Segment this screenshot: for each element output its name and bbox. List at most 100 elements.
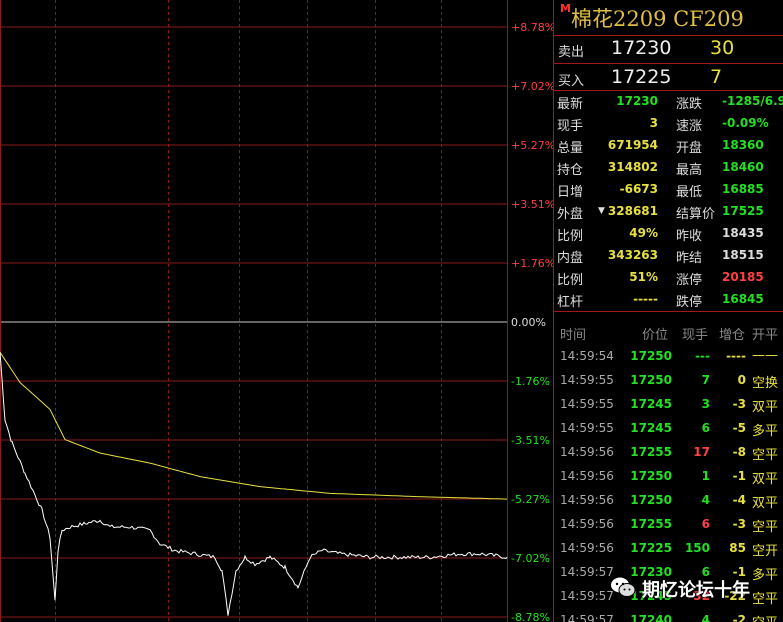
pct-tick-label: -3.51%: [511, 434, 550, 447]
tick-row[interactable]: 14:59:54 17250 --- ---- ——: [554, 344, 783, 368]
tick-price: 17240: [630, 613, 672, 622]
tick-volume: 150: [684, 541, 710, 555]
stat-label: 现手: [557, 119, 584, 134]
stat-label: 速涨: [676, 119, 703, 134]
tick-time: 14:59:56: [560, 493, 614, 507]
buy-label: 买入: [558, 74, 585, 89]
pct-tick-label: +7.02%: [511, 80, 553, 93]
stat-label: 昨结: [676, 251, 703, 266]
tick-price: 17250: [630, 349, 672, 363]
average-price-line: [0, 351, 508, 500]
stat-value: -6673: [619, 182, 658, 196]
tick-row[interactable]: 14:59:56 17255 6 -3 空平: [554, 512, 783, 536]
stat-value: -----: [633, 292, 658, 306]
stat-label: 内盘: [557, 251, 584, 266]
tick-row[interactable]: 14:59:56 17250 4 -4 双平: [554, 488, 783, 512]
stats-row: 外盘 328681 结算价 ▼ 17525: [554, 201, 783, 223]
tick-volume: 4: [701, 613, 710, 622]
stat-value: 20185: [722, 270, 764, 284]
stat-value: -0.09%: [722, 116, 769, 130]
tick-type: 空平: [752, 520, 779, 535]
tick-price: 17255: [630, 445, 672, 459]
tick-type: 多平: [752, 424, 779, 439]
tick-oi-change: -3: [732, 397, 746, 411]
tick-oi-change: 85: [729, 541, 746, 555]
stat-value: 16885: [722, 182, 764, 196]
stats-row: 杠杆 ----- 跌停 16845: [554, 289, 783, 311]
tick-type: 空平: [752, 612, 778, 622]
stats-row: 日增 -6673 最低 16885: [554, 179, 783, 201]
tick-price: 17245: [630, 421, 672, 435]
stat-label: 最新: [557, 97, 584, 112]
tick-time: 14:59:56: [560, 541, 614, 555]
col-time: 时间: [560, 328, 587, 343]
tick-type: ——: [752, 348, 778, 363]
stat-value: 17230: [616, 94, 658, 108]
tick-row[interactable]: 14:59:55 17250 7 0 空换: [554, 368, 783, 392]
tick-type: 双平: [752, 400, 779, 415]
sell-volume: 30: [710, 37, 735, 59]
pct-tick-label: +8.78%: [511, 21, 553, 34]
stat-value: 18460: [722, 160, 764, 174]
col-volume: 现手: [682, 328, 709, 343]
buy-volume: 7: [710, 66, 723, 88]
tick-row[interactable]: 14:59:56 17250 1 -1 双平: [554, 464, 783, 488]
pct-tick-label: -5.27%: [511, 493, 550, 506]
col-price: 价位: [642, 328, 669, 343]
price-line: [0, 352, 508, 616]
tick-price: 17255: [630, 517, 672, 531]
pct-tick-label: 0.00%: [511, 316, 546, 329]
tick-oi-change: ----: [726, 349, 746, 363]
intraday-chart: +8.78% +7.02% +5.27% +3.51% +1.76% 0.00% -1.76…: [0, 0, 553, 622]
dropdown-arrow-icon[interactable]: ▼: [598, 206, 605, 216]
stats-row: 持仓 314802 最高 18460: [554, 157, 783, 179]
stat-label: 最低: [676, 185, 703, 200]
watermark: 期忆论坛十年: [610, 572, 783, 604]
stats-row: 现手 3 速涨 -0.09%: [554, 113, 783, 135]
tick-volume: 1: [701, 469, 710, 483]
tick-oi-change: -3: [732, 517, 746, 531]
stats-row: 总量 671954 开盘 18360: [554, 135, 783, 157]
contract-title: 棉花2209 CF209: [571, 7, 744, 31]
tick-volume: 6: [701, 517, 710, 531]
stat-value: -1285/6.94%: [722, 94, 783, 108]
stat-label: 开盘: [676, 141, 703, 156]
quote-panel: M 棉花2209 CF209 卖出 17230 30 买入 17225 7 最新…: [553, 0, 783, 622]
tick-row[interactable]: 14:59:55 17245 6 -5 多平: [554, 416, 783, 440]
stats-row: 内盘 343263 昨结 18515: [554, 245, 783, 267]
stat-value: 343263: [607, 248, 658, 262]
buy-price: 17225: [611, 66, 672, 88]
stats-table: 最新 17230 涨跌 -1285/6.94% 现手 3 速涨 -0.09% 总量 671954 开…: [554, 90, 783, 312]
tick-price: 17250: [630, 373, 672, 387]
tick-row[interactable]: 14:59:57 17240 4 -2 空平: [554, 608, 783, 622]
sell-label: 卖出: [558, 45, 585, 60]
stats-row: 比例 51% 涨停 20185: [554, 267, 783, 289]
tick-time: 14:59:56: [560, 469, 614, 483]
stat-label: 涨跌: [676, 97, 703, 112]
tick-row[interactable]: 14:59:55 17245 3 -3 双平: [554, 392, 783, 416]
pct-tick-label: +3.51%: [511, 198, 553, 211]
stat-value: 17525: [722, 204, 764, 218]
stat-value: 49%: [629, 226, 658, 240]
stat-label: 持仓: [557, 163, 584, 178]
watermark-text: 期忆论坛十年: [642, 580, 750, 601]
tick-price: 17245: [630, 397, 672, 411]
tick-price: 17250: [630, 493, 672, 507]
stat-value: 18435: [722, 226, 764, 240]
tick-volume: 6: [701, 421, 710, 435]
pct-tick-label: -7.02%: [511, 552, 550, 565]
tick-volume: 3: [701, 397, 710, 411]
tick-time: 14:59:55: [560, 397, 614, 411]
stat-label: 总量: [557, 141, 584, 156]
pct-tick-label: -8.78%: [511, 611, 550, 622]
tick-volume: 4: [701, 493, 710, 507]
tick-type: 空平: [752, 448, 779, 463]
tick-time: 14:59:55: [560, 373, 614, 387]
sell-quote-row: 卖出 17230 30: [554, 35, 783, 63]
tick-oi-change: -8: [732, 445, 746, 459]
tick-type: 空开: [752, 544, 779, 559]
tick-row[interactable]: 14:59:56 17255 17 -8 空平: [554, 440, 783, 464]
tick-row[interactable]: 14:59:56 17225 150 85 空开: [554, 536, 783, 560]
stat-label: 杠杆: [557, 295, 584, 310]
stat-value: 18515: [722, 248, 764, 262]
